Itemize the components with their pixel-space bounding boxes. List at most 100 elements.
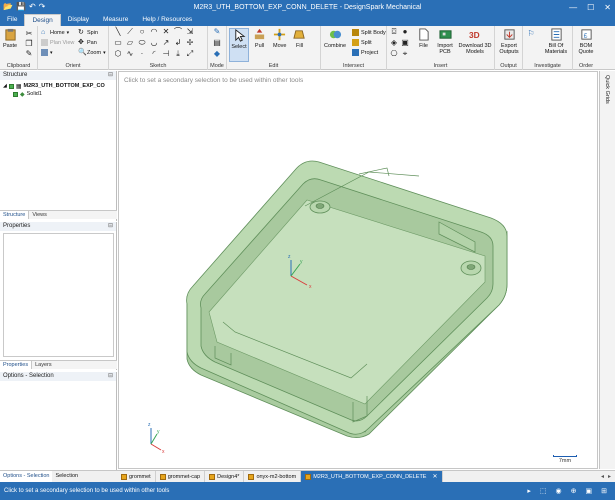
rectangle-icon[interactable]: ▭ bbox=[114, 39, 122, 47]
project-button[interactable]: Project bbox=[352, 49, 378, 56]
doc-tab-m2r3-uth-bottom[interactable]: M2R3_UTH_BOTTOM_EXP_CONN_DELETE ✕ bbox=[301, 471, 443, 482]
home-button[interactable]: ⌂ Home ▾ bbox=[41, 29, 69, 36]
paste-button[interactable]: Paste bbox=[3, 28, 17, 49]
scroll-tabs-left-icon[interactable]: ◂ bbox=[601, 473, 604, 480]
tab-layers[interactable]: Layers bbox=[32, 361, 55, 369]
tab-design[interactable]: Design bbox=[24, 14, 61, 26]
minimize-icon[interactable]: — bbox=[569, 3, 577, 12]
tab-selection[interactable]: Selection bbox=[52, 471, 81, 482]
doc-tab-grommet-cap[interactable]: grommet-cap bbox=[156, 471, 206, 482]
polygon-icon[interactable]: ⬡ bbox=[114, 50, 122, 58]
tab-help-resources[interactable]: Help / Resources bbox=[135, 14, 199, 26]
section-mode-icon[interactable]: ▤ bbox=[213, 39, 221, 47]
point-icon[interactable]: · bbox=[138, 50, 146, 58]
quick-grids-label[interactable]: Quick Grids bbox=[604, 75, 610, 104]
undo-icon[interactable]: ↶ bbox=[29, 1, 36, 13]
scale-icon[interactable]: ⤢ bbox=[186, 50, 194, 58]
snap-icon[interactable]: ⊕ bbox=[571, 487, 577, 495]
axis-icon[interactable]: ⎔ bbox=[390, 50, 398, 58]
plane-icon[interactable]: ◈ bbox=[390, 39, 398, 47]
close-tab-icon[interactable]: ✕ bbox=[432, 473, 437, 480]
line-icon[interactable]: ╲ bbox=[114, 28, 122, 36]
image-icon[interactable]: ▣ bbox=[401, 39, 409, 47]
design-viewport[interactable]: Click to set a secondary selection to be… bbox=[118, 71, 598, 469]
close-icon[interactable]: ✕ bbox=[604, 3, 611, 12]
ellipse-icon[interactable]: ⬭ bbox=[138, 39, 146, 47]
pin-icon[interactable]: ⊟ bbox=[108, 372, 113, 381]
import-pcb-button[interactable]: Import PCB bbox=[436, 28, 454, 55]
collapse-icon[interactable]: ◢ bbox=[3, 83, 7, 89]
export-outputs-button[interactable]: Export Outputs bbox=[497, 28, 521, 55]
circle-icon[interactable]: ○ bbox=[138, 28, 146, 36]
three-point-arc-icon[interactable]: ◡ bbox=[150, 39, 158, 47]
arc-icon[interactable]: ◠ bbox=[150, 28, 158, 36]
zoom-button[interactable]: 🔍 Zoom ▾ bbox=[78, 49, 106, 56]
pull-button[interactable]: Pull bbox=[253, 28, 266, 49]
tab-display[interactable]: Display bbox=[61, 14, 96, 26]
doc-tab-onyx-m2-bottom[interactable]: onyx-m2-bottom bbox=[244, 471, 302, 482]
move-sketch-icon[interactable]: ✢ bbox=[186, 39, 194, 47]
cut-icon[interactable]: ✂ bbox=[25, 30, 33, 38]
pan-button[interactable]: ✥ Pan bbox=[78, 39, 97, 46]
split-body-button[interactable]: Split Body bbox=[352, 29, 386, 36]
structure-tree: ◢ ▦ M2R3_UTH_BOTTOM_EXP_CO ◆ Solid1 bbox=[0, 80, 116, 100]
select-button[interactable]: Select bbox=[229, 28, 249, 62]
tab-views[interactable]: Views bbox=[29, 211, 50, 219]
bend-icon[interactable]: ↲ bbox=[174, 39, 182, 47]
tab-options-selection[interactable]: Options - Selection bbox=[0, 471, 53, 482]
cylinder-icon[interactable]: ⌼ bbox=[390, 28, 398, 36]
view-options-icon[interactable]: ▣ bbox=[586, 487, 593, 495]
save-icon[interactable]: 💾 bbox=[16, 1, 26, 13]
fill-button[interactable]: Fill bbox=[293, 28, 306, 49]
bill-of-materials-button[interactable]: Bill Of Materials bbox=[541, 28, 571, 55]
trim-icon[interactable]: ✕ bbox=[162, 28, 170, 36]
offset-icon[interactable]: ⇲ bbox=[186, 28, 194, 36]
split-button[interactable]: Split bbox=[352, 39, 372, 46]
tab-structure[interactable]: Structure bbox=[0, 211, 30, 219]
copy-icon[interactable]: ❐ bbox=[25, 40, 33, 48]
sketch-mode-icon[interactable]: ✎ bbox=[213, 28, 221, 36]
tree-root-row[interactable]: ◢ ▦ M2R3_UTH_BOTTOM_EXP_CO bbox=[3, 82, 113, 90]
split-line-icon[interactable]: ⊣ bbox=[162, 50, 170, 58]
three-point-rectangle-icon[interactable]: ▱ bbox=[126, 39, 134, 47]
pin-icon[interactable]: ⊟ bbox=[108, 71, 113, 80]
measure-icon[interactable]: ⚐ bbox=[527, 30, 535, 38]
combine-button[interactable]: Combine bbox=[324, 28, 346, 49]
tab-measure[interactable]: Measure bbox=[96, 14, 135, 26]
view-cube-button[interactable]: ▾ bbox=[41, 49, 53, 56]
maximize-icon[interactable]: ☐ bbox=[587, 3, 594, 12]
download-3d-models-button[interactable]: 3D Download 3D Models bbox=[457, 28, 493, 55]
tab-properties[interactable]: Properties bbox=[0, 361, 33, 369]
selection-filter-icon[interactable]: ▸ bbox=[527, 487, 531, 495]
3d-mode-icon[interactable]: ◆ bbox=[213, 50, 221, 58]
doc-tab-design4[interactable]: Design4* bbox=[205, 471, 245, 482]
scroll-tabs-right-icon[interactable]: ▸ bbox=[608, 473, 611, 480]
quick-grids-sidebar[interactable]: Quick Grids bbox=[599, 71, 615, 469]
spin-button[interactable]: ↻ Spin bbox=[78, 29, 98, 36]
spline-icon[interactable]: ∿ bbox=[126, 50, 134, 58]
tangent-line-icon[interactable]: ⟋ bbox=[126, 28, 134, 36]
tree-item-solid1[interactable]: ◆ Solid1 bbox=[3, 90, 113, 98]
extend-icon[interactable]: ↗ bbox=[162, 39, 170, 47]
redo-icon[interactable]: ↷ bbox=[39, 1, 46, 13]
project-icon[interactable]: ⤓ bbox=[174, 50, 182, 58]
doc-tab-grommet[interactable]: grommet bbox=[117, 471, 156, 482]
box-select-icon[interactable]: ⬚ bbox=[540, 487, 547, 495]
visibility-checkbox[interactable] bbox=[8, 83, 14, 89]
open-icon[interactable]: 📂 bbox=[3, 1, 13, 13]
visibility-checkbox[interactable] bbox=[13, 91, 18, 97]
format-icon[interactable]: ✎ bbox=[25, 50, 33, 58]
sweep-arc-icon[interactable]: ◜ bbox=[150, 50, 158, 58]
grid-icon[interactable]: ⊞ bbox=[601, 487, 607, 495]
pin-icon[interactable]: ⊟ bbox=[108, 222, 113, 231]
bom-quote-button[interactable]: £ BOM Quote bbox=[575, 28, 597, 55]
move-button[interactable]: Move bbox=[273, 28, 286, 49]
plan-view-button[interactable]: Plan View bbox=[41, 39, 74, 46]
fillet-icon[interactable]: ⌒ bbox=[174, 28, 182, 36]
origin-icon[interactable]: ⌖ bbox=[401, 50, 409, 58]
tab-file[interactable]: File bbox=[0, 14, 24, 26]
insert-file-button[interactable]: File bbox=[417, 28, 430, 49]
visibility-icon[interactable]: ◉ bbox=[556, 487, 562, 495]
model-canvas[interactable]: z x y z x y bbox=[119, 72, 597, 468]
sphere-icon[interactable]: ● bbox=[401, 28, 409, 36]
